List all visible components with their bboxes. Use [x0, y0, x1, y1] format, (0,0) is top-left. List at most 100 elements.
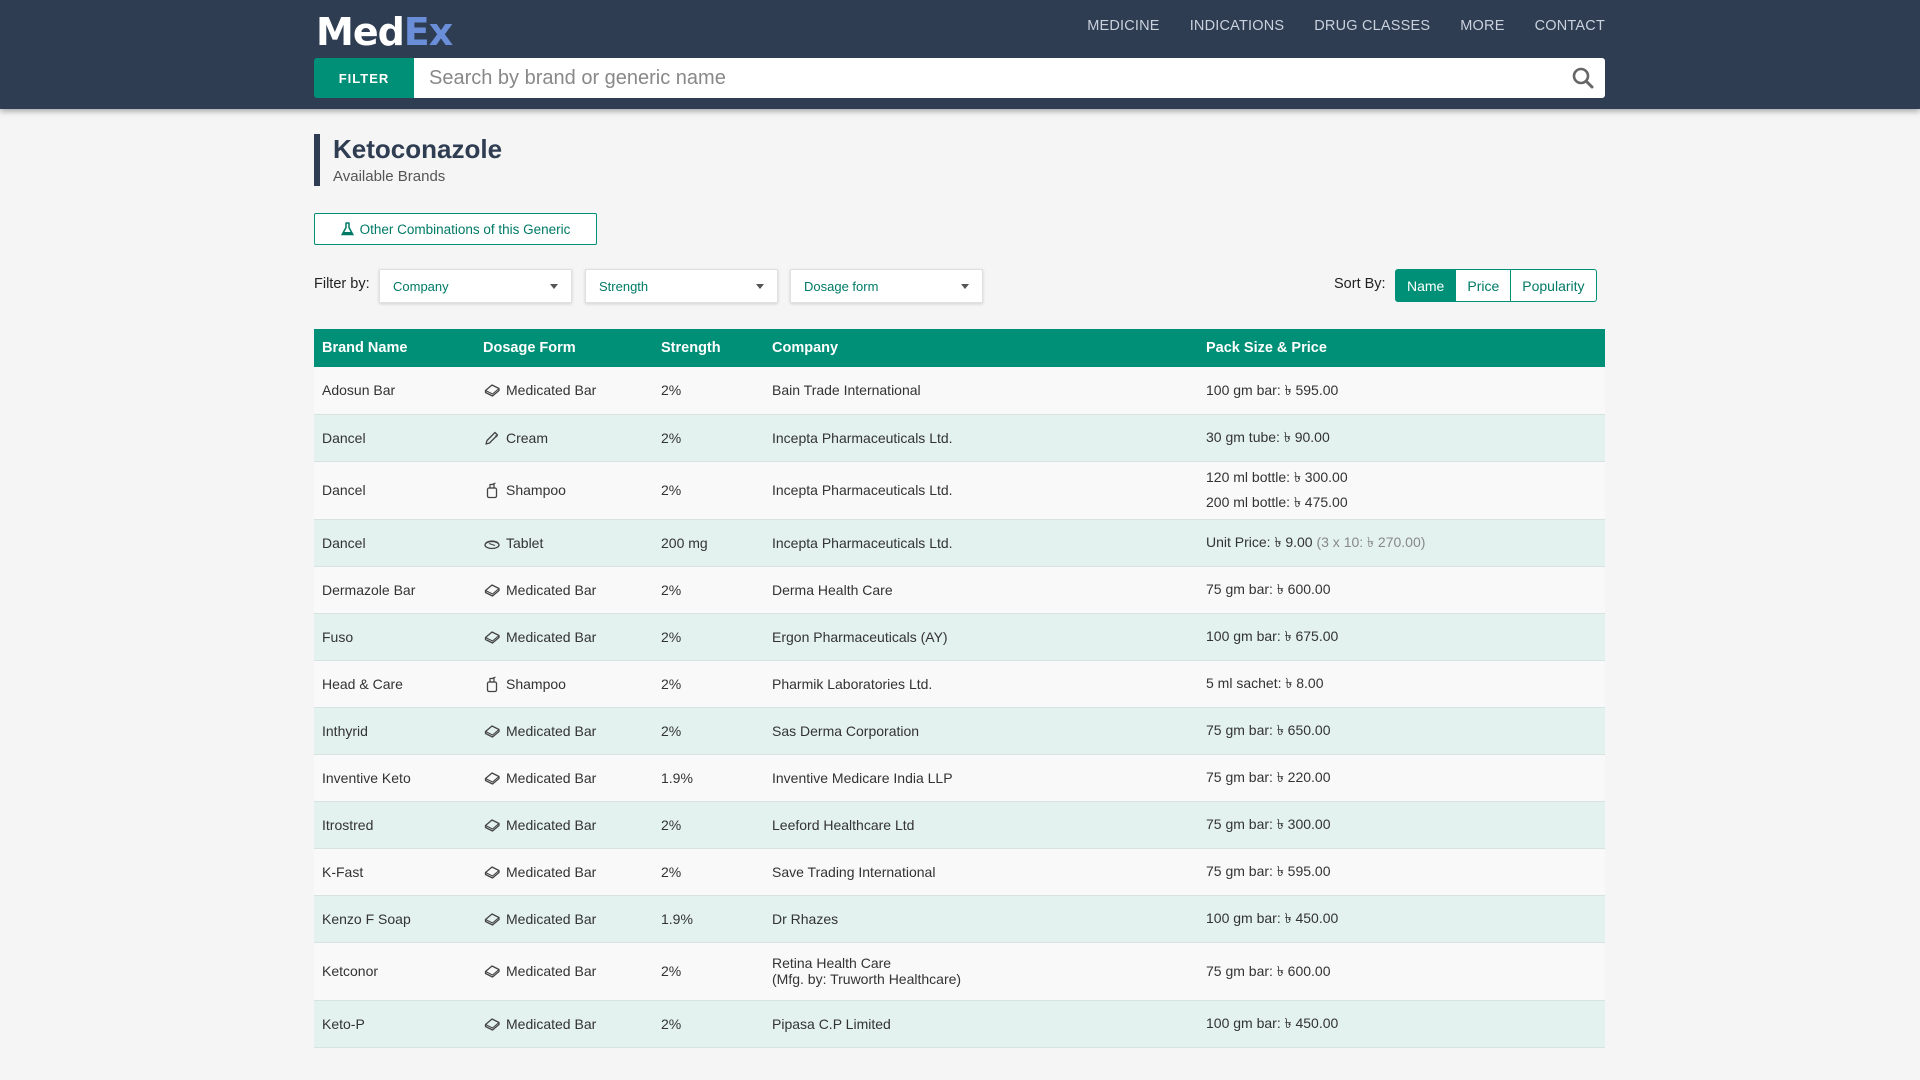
- table-row[interactable]: Inventive Keto Medicated Bar 1.9% Inventive…: [314, 754, 1605, 802]
- table-row[interactable]: K-Fast Medicated Bar 2% Save Trading Intern…: [314, 848, 1605, 896]
- pack-price-cell: 75 gm bar: ৳ 220.00: [1198, 754, 1605, 802]
- col-header-brand-name: Brand Name: [322, 340, 408, 356]
- dosage-form-cell: Medicated Bar: [475, 848, 653, 896]
- nav-more[interactable]: MORE: [1460, 18, 1504, 34]
- table-row[interactable]: Ketconor Medicated Bar 2% Retina Health Car…: [314, 942, 1605, 1001]
- medicated-bar-icon: [483, 628, 501, 646]
- brand-name[interactable]: Itrostred: [322, 817, 373, 833]
- table-row[interactable]: Dermazole Bar Medicated Bar 2% Derma Health…: [314, 566, 1605, 614]
- company-cell[interactable]: Leeford Healthcare Ltd: [764, 801, 1198, 849]
- company-cell[interactable]: Ergon Pharmaceuticals (AY): [764, 613, 1198, 661]
- search-icon[interactable]: [1571, 66, 1595, 90]
- table-row[interactable]: Dancel Tablet 200 mg Incepta Pharmaceutical…: [314, 519, 1605, 567]
- company-cell[interactable]: Save Trading International: [764, 848, 1198, 896]
- pack-price-cell: 100 gm bar: ৳ 675.00: [1198, 613, 1605, 661]
- company-name: Inventive Medicare India LLP: [772, 769, 953, 786]
- strength-cell: 2%: [653, 801, 764, 849]
- brand-name-cell[interactable]: Inthyrid: [314, 707, 475, 755]
- search-input[interactable]: [414, 58, 1605, 98]
- strength-text: 2%: [661, 675, 682, 692]
- brand-name[interactable]: Head & Care: [322, 676, 403, 692]
- brand-name[interactable]: Ketconor: [322, 963, 378, 979]
- nav-medicine[interactable]: MEDICINE: [1087, 18, 1160, 34]
- company-manufacturer: (Mfg. by: Truworth Healthcare): [772, 971, 962, 987]
- dosage-form-dropdown[interactable]: Dosage form: [790, 269, 983, 303]
- sort-popularity-button[interactable]: Popularity: [1510, 269, 1597, 302]
- company-cell[interactable]: Dr Rhazes: [764, 895, 1198, 943]
- medicated-bar-icon: [483, 816, 501, 834]
- table-row[interactable]: Keto-P Medicated Bar 2% Pipasa C.P Limited 1…: [314, 1000, 1605, 1048]
- sort-price-button[interactable]: Price: [1455, 269, 1512, 302]
- company-cell[interactable]: Inventive Medicare India LLP: [764, 754, 1198, 802]
- strength-cell: 2%: [653, 707, 764, 755]
- company-name: Ergon Pharmaceuticals (AY): [772, 628, 948, 645]
- brand-name[interactable]: Keto-P: [322, 1016, 365, 1032]
- pack-price-cell: 120 ml bottle: ৳ 300.00 200 ml bottle: ৳ …: [1198, 461, 1605, 520]
- strength-cell: 2%: [653, 848, 764, 896]
- col-header-pack-size-price: Pack Size & Price: [1206, 340, 1327, 356]
- strength-text: 2%: [661, 482, 682, 498]
- brand-name[interactable]: Fuso: [322, 629, 353, 645]
- company-cell[interactable]: Pharmik Laboratories Ltd.: [764, 660, 1198, 708]
- company-cell[interactable]: Incepta Pharmaceuticals Ltd.: [764, 414, 1198, 462]
- strength-dropdown[interactable]: Strength: [585, 269, 778, 303]
- dosage-form-text: Medicated Bar: [506, 581, 597, 598]
- pack-price-cell: 100 gm bar: ৳ 595.00: [1198, 367, 1605, 415]
- company-cell[interactable]: Derma Health Care: [764, 566, 1198, 614]
- brand-name[interactable]: Dancel: [322, 482, 366, 498]
- brand-name-cell[interactable]: Dancel: [314, 414, 475, 462]
- brand-name-cell[interactable]: Itrostred: [314, 801, 475, 849]
- col-header-dosage-form: Dosage Form: [483, 340, 576, 356]
- brand-name[interactable]: Inventive Keto: [322, 770, 411, 786]
- brand-name-cell[interactable]: Keto-P: [314, 1000, 475, 1048]
- company-name: Save Trading International: [772, 863, 936, 880]
- brand-name-cell[interactable]: Ketconor: [314, 942, 475, 1001]
- nav-drug-classes[interactable]: DRUG CLASSES: [1314, 18, 1430, 34]
- company-cell[interactable]: Retina Health Care (Mfg. by: Truworth Hea…: [764, 942, 1198, 1001]
- brand-name[interactable]: Dancel: [322, 535, 366, 551]
- brand-name-cell[interactable]: Fuso: [314, 613, 475, 661]
- company-cell[interactable]: Bain Trade International: [764, 367, 1198, 415]
- pack-price: 75 gm bar: ৳ 220.00: [1206, 769, 1331, 785]
- brand-name[interactable]: Adosun Bar: [322, 382, 395, 398]
- company-name: Sas Derma Corporation: [772, 722, 920, 739]
- brand-name[interactable]: Inthyrid: [322, 723, 368, 739]
- brand-name-cell[interactable]: Dancel: [314, 461, 475, 520]
- nav-contact[interactable]: CONTACT: [1535, 18, 1605, 34]
- table-row[interactable]: Itrostred Medicated Bar 2% Leeford Healthca…: [314, 801, 1605, 849]
- filter-button[interactable]: FILTER: [314, 58, 414, 98]
- table-row[interactable]: Fuso Medicated Bar 2% Ergon Pharmaceuticals…: [314, 613, 1605, 661]
- table-row[interactable]: Adosun Bar Medicated Bar 2% Bain Trade Inte…: [314, 367, 1605, 415]
- page-subtitle: Available Brands: [333, 168, 446, 185]
- dosage-form-cell: Medicated Bar: [475, 707, 653, 755]
- dosage-form-cell: Medicated Bar: [475, 754, 653, 802]
- other-combinations-button[interactable]: Other Combinations of this Generic: [314, 213, 597, 245]
- table-row[interactable]: Head & Care Shampoo 2% Pharmik Laboratories…: [314, 660, 1605, 708]
- brand-name[interactable]: Dermazole Bar: [322, 582, 415, 598]
- brand-name-cell[interactable]: K-Fast: [314, 848, 475, 896]
- company-dropdown[interactable]: Company: [379, 269, 572, 303]
- brand-name[interactable]: Dancel: [322, 430, 366, 446]
- brand-name-cell[interactable]: Kenzo F Soap: [314, 895, 475, 943]
- company-cell[interactable]: Incepta Pharmaceuticals Ltd.: [764, 461, 1198, 520]
- company-cell[interactable]: Pipasa C.P Limited: [764, 1000, 1198, 1048]
- brand-name[interactable]: K-Fast: [322, 864, 363, 880]
- brand-name[interactable]: Kenzo F Soap: [322, 911, 411, 927]
- table-row[interactable]: Inthyrid Medicated Bar 2% Sas Derma Corpora…: [314, 707, 1605, 755]
- table-row[interactable]: Kenzo F Soap Medicated Bar 1.9% Dr Rhazes 10…: [314, 895, 1605, 943]
- sort-name-button[interactable]: Name: [1395, 269, 1457, 302]
- brand-name-cell[interactable]: Dermazole Bar: [314, 566, 475, 614]
- brand-name-cell[interactable]: Dancel: [314, 519, 475, 567]
- brand-name-cell[interactable]: Inventive Keto: [314, 754, 475, 802]
- logo-text-ex: Ex: [403, 10, 453, 54]
- nav-indications[interactable]: INDICATIONS: [1190, 18, 1285, 34]
- strength-text: 2%: [661, 429, 682, 446]
- company-cell[interactable]: Incepta Pharmaceuticals Ltd.: [764, 519, 1198, 567]
- medex-logo[interactable]: MedEx: [316, 10, 453, 54]
- table-row[interactable]: Dancel Cream 2% Incepta Pharmaceuticals Ltd…: [314, 414, 1605, 462]
- table-row[interactable]: Dancel Shampoo 2% Incepta Pharmaceuticals L…: [314, 461, 1605, 520]
- brand-name-cell[interactable]: Head & Care: [314, 660, 475, 708]
- brand-name-cell[interactable]: Adosun Bar: [314, 367, 475, 415]
- company-cell[interactable]: Sas Derma Corporation: [764, 707, 1198, 755]
- pack-price-cell: 75 gm bar: ৳ 600.00: [1198, 566, 1605, 614]
